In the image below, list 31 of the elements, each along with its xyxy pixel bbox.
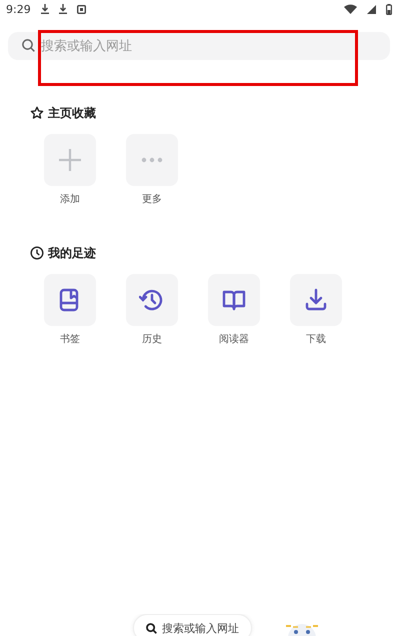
shortcut-button[interactable] bbox=[44, 274, 96, 326]
wifi-icon bbox=[344, 4, 357, 14]
signal-icon bbox=[367, 4, 376, 14]
download-icon bbox=[40, 4, 49, 14]
shortcut-label: 下载 bbox=[306, 332, 326, 346]
battery-icon bbox=[386, 4, 392, 14]
notification-icon bbox=[76, 4, 86, 14]
download-icon bbox=[304, 288, 328, 312]
shortcut-label: 更多 bbox=[142, 193, 162, 206]
bookmark-icon bbox=[59, 288, 81, 312]
section-title: 主页收藏 bbox=[48, 104, 96, 122]
section-title: 我的足迹 bbox=[48, 244, 96, 262]
shortcut-label: 书签 bbox=[60, 332, 80, 346]
more-icon bbox=[141, 157, 163, 163]
shortcut-button[interactable] bbox=[126, 274, 178, 326]
search-button[interactable]: 搜索或输入网址 bbox=[133, 614, 252, 636]
shortcut-button[interactable] bbox=[208, 274, 260, 326]
plus-icon bbox=[57, 147, 83, 173]
shortcut-label: 添加 bbox=[60, 192, 80, 206]
open-book-icon bbox=[222, 289, 246, 311]
history-icon bbox=[139, 288, 165, 312]
search-icon bbox=[146, 622, 157, 634]
clock-icon bbox=[30, 246, 44, 260]
search-field[interactable]: 搜索或输入网址 bbox=[8, 32, 390, 60]
download-icon bbox=[58, 4, 67, 14]
star-icon bbox=[30, 106, 44, 120]
status-time: 9:29 bbox=[6, 2, 31, 16]
shortcut-label: 阅读器 bbox=[219, 332, 249, 346]
shortcut-label: 历史 bbox=[142, 332, 162, 346]
search-icon bbox=[22, 39, 35, 52]
shortcut-button[interactable] bbox=[290, 274, 342, 326]
